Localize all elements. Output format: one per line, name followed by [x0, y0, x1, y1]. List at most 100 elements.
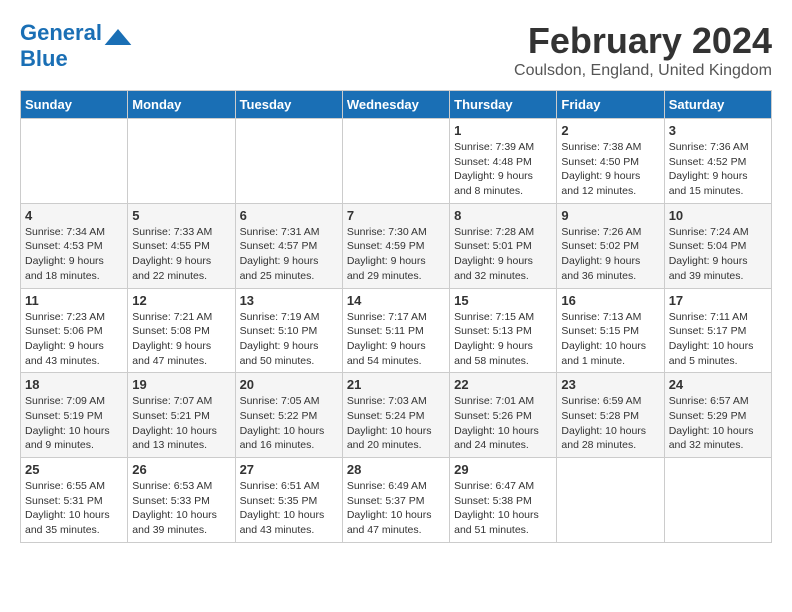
calendar-header-tuesday: Tuesday	[235, 91, 342, 119]
day-number: 20	[240, 377, 338, 392]
logo-icon	[104, 29, 132, 45]
calendar-cell: 22 Sunrise: 7:01 AM Sunset: 5:26 PM Dayli…	[450, 373, 557, 458]
day-number: 16	[561, 293, 659, 308]
day-number: 23	[561, 377, 659, 392]
day-info: Sunrise: 6:51 AM Sunset: 5:35 PM Dayligh…	[240, 479, 338, 538]
calendar-cell: 8 Sunrise: 7:28 AM Sunset: 5:01 PM Daylig…	[450, 203, 557, 288]
day-info: Sunrise: 7:30 AM Sunset: 4:59 PM Dayligh…	[347, 225, 445, 284]
calendar-header-saturday: Saturday	[664, 91, 771, 119]
day-info: Sunrise: 6:55 AM Sunset: 5:31 PM Dayligh…	[25, 479, 123, 538]
calendar-week-row: 11Sunrise: 7:23 AM Sunset: 5:06 PM Dayli…	[21, 288, 772, 373]
day-number: 8	[454, 208, 552, 223]
day-number: 7	[347, 208, 445, 223]
calendar-cell: 27 Sunrise: 6:51 AM Sunset: 5:35 PM Dayli…	[235, 458, 342, 543]
day-info: Sunrise: 6:59 AM Sunset: 5:28 PM Dayligh…	[561, 394, 659, 453]
calendar-header-sunday: Sunday	[21, 91, 128, 119]
calendar-cell: 24Sunrise: 6:57 AM Sunset: 5:29 PM Dayli…	[664, 373, 771, 458]
calendar-cell: 1Sunrise: 7:39 AM Sunset: 4:48 PM Daylig…	[450, 119, 557, 204]
day-number: 1	[454, 123, 552, 138]
day-number: 3	[669, 123, 767, 138]
day-number: 9	[561, 208, 659, 223]
logo-text: GeneralBlue	[20, 20, 102, 72]
calendar-cell: 29 Sunrise: 6:47 AM Sunset: 5:38 PM Dayli…	[450, 458, 557, 543]
day-info: Sunrise: 7:31 AM Sunset: 4:57 PM Dayligh…	[240, 225, 338, 284]
calendar-cell: 17 Sunrise: 7:11 AM Sunset: 5:17 PM Dayli…	[664, 288, 771, 373]
calendar-cell: 23 Sunrise: 6:59 AM Sunset: 5:28 PM Dayli…	[557, 373, 664, 458]
day-number: 10	[669, 208, 767, 223]
day-number: 4	[25, 208, 123, 223]
title-area: February 2024 Coulsdon, England, United …	[514, 20, 772, 80]
day-info: Sunrise: 7:15 AM Sunset: 5:13 PM Dayligh…	[454, 310, 552, 369]
page-header: GeneralBlue February 2024 Coulsdon, Engl…	[20, 20, 772, 80]
calendar-cell	[235, 119, 342, 204]
calendar-cell: 4 Sunrise: 7:34 AM Sunset: 4:53 PM Daylig…	[21, 203, 128, 288]
day-number: 2	[561, 123, 659, 138]
day-info: Sunrise: 7:13 AM Sunset: 5:15 PM Dayligh…	[561, 310, 659, 369]
calendar-cell: 3 Sunrise: 7:36 AM Sunset: 4:52 PM Daylig…	[664, 119, 771, 204]
day-info: Sunrise: 7:05 AM Sunset: 5:22 PM Dayligh…	[240, 394, 338, 453]
calendar-week-row: 4 Sunrise: 7:34 AM Sunset: 4:53 PM Daylig…	[21, 203, 772, 288]
calendar-cell: 2 Sunrise: 7:38 AM Sunset: 4:50 PM Daylig…	[557, 119, 664, 204]
day-number: 13	[240, 293, 338, 308]
day-number: 11	[25, 293, 123, 308]
calendar-cell: 18 Sunrise: 7:09 AM Sunset: 5:19 PM Dayli…	[21, 373, 128, 458]
day-info: Sunrise: 7:36 AM Sunset: 4:52 PM Dayligh…	[669, 140, 767, 199]
calendar-cell: 26 Sunrise: 6:53 AM Sunset: 5:33 PM Dayli…	[128, 458, 235, 543]
day-number: 29	[454, 462, 552, 477]
page-subtitle: Coulsdon, England, United Kingdom	[514, 62, 772, 80]
calendar-header-wednesday: Wednesday	[342, 91, 449, 119]
calendar-cell	[664, 458, 771, 543]
calendar-cell: 13 Sunrise: 7:19 AM Sunset: 5:10 PM Dayli…	[235, 288, 342, 373]
calendar-cell	[342, 119, 449, 204]
calendar-cell	[21, 119, 128, 204]
day-number: 28	[347, 462, 445, 477]
calendar-cell: 7 Sunrise: 7:30 AM Sunset: 4:59 PM Daylig…	[342, 203, 449, 288]
day-info: Sunrise: 7:09 AM Sunset: 5:19 PM Dayligh…	[25, 394, 123, 453]
calendar-cell: 6Sunrise: 7:31 AM Sunset: 4:57 PM Daylig…	[235, 203, 342, 288]
day-info: Sunrise: 7:17 AM Sunset: 5:11 PM Dayligh…	[347, 310, 445, 369]
day-info: Sunrise: 7:24 AM Sunset: 5:04 PM Dayligh…	[669, 225, 767, 284]
day-info: Sunrise: 7:33 AM Sunset: 4:55 PM Dayligh…	[132, 225, 230, 284]
calendar-cell: 28 Sunrise: 6:49 AM Sunset: 5:37 PM Dayli…	[342, 458, 449, 543]
day-info: Sunrise: 7:01 AM Sunset: 5:26 PM Dayligh…	[454, 394, 552, 453]
day-number: 27	[240, 462, 338, 477]
calendar-cell: 25Sunrise: 6:55 AM Sunset: 5:31 PM Dayli…	[21, 458, 128, 543]
day-info: Sunrise: 7:26 AM Sunset: 5:02 PM Dayligh…	[561, 225, 659, 284]
calendar-header-friday: Friday	[557, 91, 664, 119]
calendar-cell	[557, 458, 664, 543]
calendar-cell: 9 Sunrise: 7:26 AM Sunset: 5:02 PM Daylig…	[557, 203, 664, 288]
day-info: Sunrise: 7:38 AM Sunset: 4:50 PM Dayligh…	[561, 140, 659, 199]
calendar-week-row: 25Sunrise: 6:55 AM Sunset: 5:31 PM Dayli…	[21, 458, 772, 543]
calendar-cell: 21 Sunrise: 7:03 AM Sunset: 5:24 PM Dayli…	[342, 373, 449, 458]
day-info: Sunrise: 6:49 AM Sunset: 5:37 PM Dayligh…	[347, 479, 445, 538]
day-number: 12	[132, 293, 230, 308]
logo: GeneralBlue	[20, 20, 132, 72]
day-number: 14	[347, 293, 445, 308]
calendar-cell: 14 Sunrise: 7:17 AM Sunset: 5:11 PM Dayli…	[342, 288, 449, 373]
day-info: Sunrise: 6:53 AM Sunset: 5:33 PM Dayligh…	[132, 479, 230, 538]
day-info: Sunrise: 7:21 AM Sunset: 5:08 PM Dayligh…	[132, 310, 230, 369]
calendar-header-monday: Monday	[128, 91, 235, 119]
day-number: 5	[132, 208, 230, 223]
day-info: Sunrise: 7:34 AM Sunset: 4:53 PM Dayligh…	[25, 225, 123, 284]
day-info: Sunrise: 6:47 AM Sunset: 5:38 PM Dayligh…	[454, 479, 552, 538]
calendar-week-row: 1Sunrise: 7:39 AM Sunset: 4:48 PM Daylig…	[21, 119, 772, 204]
day-number: 19	[132, 377, 230, 392]
calendar-cell: 12 Sunrise: 7:21 AM Sunset: 5:08 PM Dayli…	[128, 288, 235, 373]
day-number: 24	[669, 377, 767, 392]
day-info: Sunrise: 7:19 AM Sunset: 5:10 PM Dayligh…	[240, 310, 338, 369]
calendar-cell: 11Sunrise: 7:23 AM Sunset: 5:06 PM Dayli…	[21, 288, 128, 373]
day-number: 22	[454, 377, 552, 392]
calendar-week-row: 18 Sunrise: 7:09 AM Sunset: 5:19 PM Dayli…	[21, 373, 772, 458]
day-number: 26	[132, 462, 230, 477]
day-number: 21	[347, 377, 445, 392]
day-number: 15	[454, 293, 552, 308]
day-info: Sunrise: 7:07 AM Sunset: 5:21 PM Dayligh…	[132, 394, 230, 453]
day-info: Sunrise: 7:28 AM Sunset: 5:01 PM Dayligh…	[454, 225, 552, 284]
page-title: February 2024	[514, 20, 772, 62]
day-number: 17	[669, 293, 767, 308]
day-info: Sunrise: 7:03 AM Sunset: 5:24 PM Dayligh…	[347, 394, 445, 453]
day-info: Sunrise: 7:11 AM Sunset: 5:17 PM Dayligh…	[669, 310, 767, 369]
day-number: 18	[25, 377, 123, 392]
calendar-cell	[128, 119, 235, 204]
